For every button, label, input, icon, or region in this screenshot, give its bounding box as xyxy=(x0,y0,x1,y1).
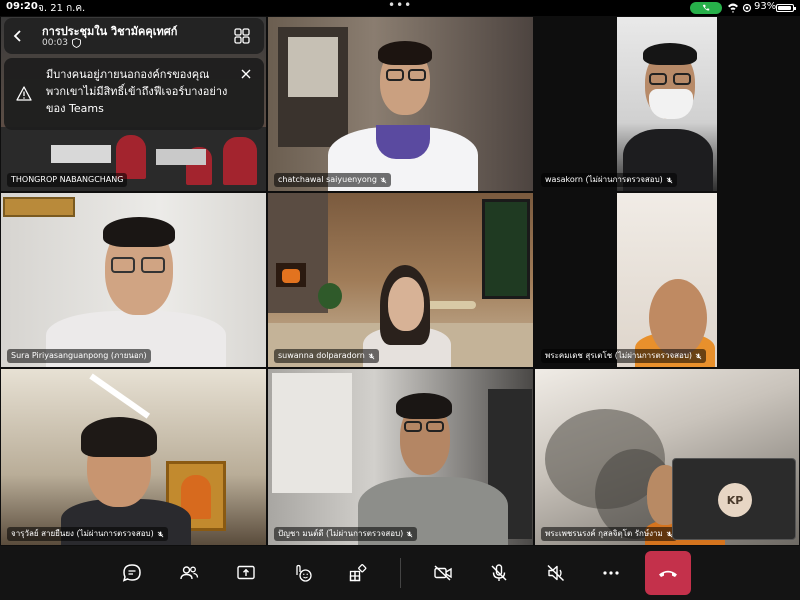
hang-up-button[interactable] xyxy=(645,551,691,595)
people-icon xyxy=(180,566,199,580)
participant-name: THONGROP NABANGCHANG xyxy=(7,173,128,187)
mic-off-icon xyxy=(491,564,507,581)
orientation-lock-icon xyxy=(742,3,752,13)
meeting-header: การประชุมใน วิชามัคคุเทศก์ 00:03 xyxy=(4,18,264,54)
share-screen-icon xyxy=(237,565,255,580)
mic-muted-icon xyxy=(157,530,164,537)
mic-muted-icon xyxy=(666,176,673,183)
participant-name: พระคมเดช สุรเตโช (ไม่ผ่านการตรวจสอบ) xyxy=(541,349,707,363)
participant-name: ปัญชา มนต์ดี (ไม่ผ่านการตรวจสอบ) xyxy=(274,527,418,541)
camera-off-icon xyxy=(434,565,452,581)
participant-name: พระเพชรนรงค์ กุสลจิตฺโต รักษ์งาม xyxy=(541,527,677,541)
participant-name: chatchawal saiyuenyong xyxy=(274,173,391,187)
status-bar: 09:20 จ. 21 ก.ค. ••• 93% xyxy=(0,0,800,16)
camera-toggle-button[interactable] xyxy=(430,560,456,586)
more-button[interactable] xyxy=(598,560,624,586)
battery-percent: 93% xyxy=(754,1,777,12)
apps-icon xyxy=(349,564,367,582)
meeting-timer: 00:03 xyxy=(42,38,68,48)
mic-muted-icon xyxy=(380,176,387,183)
external-users-banner: มีบางคนอยู่ภายนอกองค์กรของคุณ พวกเขาไม่ม… xyxy=(4,58,264,130)
active-call-icon[interactable] xyxy=(690,2,722,14)
participant-name: จารุวัลย์ สายยืนยง (ไม่ผ่านการตรวจสอบ) xyxy=(7,527,168,541)
participant-name: wasakorn (ไม่ผ่านการตรวจสอบ) xyxy=(541,173,677,187)
participant-name: Sura Piriyasanguanpong (ภายนอก) xyxy=(7,349,151,363)
layout-grid-icon[interactable] xyxy=(234,28,250,44)
chat-icon xyxy=(122,564,141,582)
reactions-icon xyxy=(296,564,312,582)
participant-tile[interactable]: Sura Piriyasanguanpong (ภายนอก) xyxy=(0,192,267,368)
avatar: KP xyxy=(718,483,752,517)
chat-button[interactable] xyxy=(119,560,145,586)
mic-muted-icon xyxy=(695,352,702,359)
participant-tile[interactable]: ปัญชา มนต์ดี (ไม่ผ่านการตรวจสอบ) xyxy=(267,368,534,546)
wifi-icon xyxy=(728,3,738,13)
date: จ. 21 ก.ค. xyxy=(38,3,86,14)
people-button[interactable] xyxy=(176,560,202,586)
back-icon[interactable] xyxy=(12,29,24,43)
participant-tile[interactable]: chatchawal saiyuenyong xyxy=(267,16,534,192)
self-view-tile[interactable]: KP xyxy=(672,458,796,540)
clock: 09:20 xyxy=(6,1,38,12)
participant-name: suwanna dolparadorn xyxy=(274,349,379,363)
participant-tile[interactable]: จารุวัลย์ สายยืนยง (ไม่ผ่านการตรวจสอบ) xyxy=(0,368,267,546)
speaker-off-icon xyxy=(547,564,565,582)
multitask-dots-icon[interactable]: ••• xyxy=(388,0,412,12)
close-icon[interactable] xyxy=(240,68,252,80)
participant-tile[interactable]: suwanna dolparadorn xyxy=(267,192,534,368)
mic-muted-icon xyxy=(406,530,413,537)
shield-icon xyxy=(72,38,81,48)
participant-tile[interactable]: พระคมเดช สุรเตโช (ไม่ผ่านการตรวจสอบ) xyxy=(534,192,800,368)
battery-icon xyxy=(776,4,796,12)
mic-muted-icon xyxy=(368,352,375,359)
speaker-toggle-button[interactable] xyxy=(543,560,569,586)
participant-tile[interactable]: wasakorn (ไม่ผ่านการตรวจสอบ) xyxy=(534,16,800,192)
reactions-button[interactable] xyxy=(290,560,316,586)
hang-up-icon xyxy=(659,570,677,577)
share-screen-button[interactable] xyxy=(233,560,259,586)
call-toolbar xyxy=(0,546,800,600)
warning-icon xyxy=(16,86,32,101)
apps-button[interactable] xyxy=(345,560,371,586)
toolbar-divider xyxy=(400,558,401,588)
mic-toggle-button[interactable] xyxy=(486,560,512,586)
banner-message: มีบางคนอยู่ภายนอกองค์กรของคุณ พวกเขาไม่ม… xyxy=(46,68,228,115)
more-icon xyxy=(603,571,619,575)
